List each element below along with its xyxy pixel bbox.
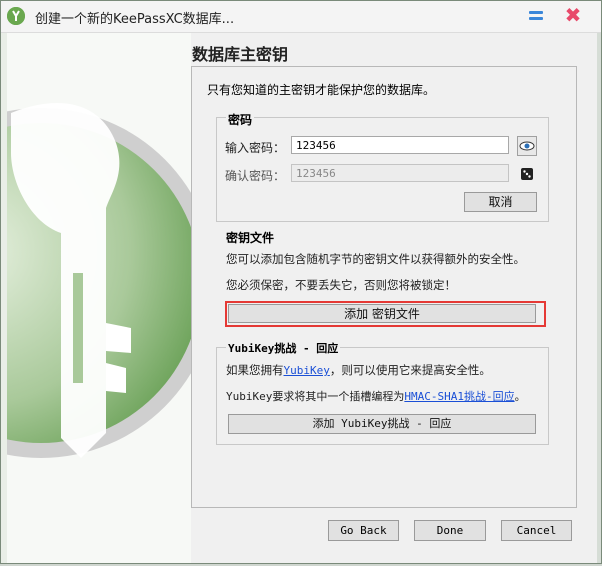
- yubikey-group-title: YubiKey挑战 - 回应: [226, 340, 341, 356]
- yubikey-line2-prefix: YubiKey要求将其中一个插槽编程为: [226, 390, 405, 403]
- window-title: 创建一个新的KeePassXC数据库...: [35, 12, 235, 27]
- add-yubikey-button[interactable]: 添加 YubiKey挑战 - 回应: [228, 414, 536, 434]
- intro-text: 只有您知道的主密钥才能保护您的数据库。: [207, 83, 436, 97]
- cancel-password-button[interactable]: 取消: [464, 192, 537, 212]
- yubikey-line1: 如果您拥有YubiKey，则可以使用它来提高安全性。: [226, 362, 491, 378]
- enter-password-label: 输入密码：: [225, 141, 286, 155]
- keepassxc-logo-art: [1, 33, 191, 563]
- keyfile-warning: 您必须保密，不要丢失它，否则您将被锁定！: [226, 278, 456, 292]
- show-password-icon[interactable]: [517, 136, 537, 156]
- confirm-password-field[interactable]: 123456: [291, 164, 509, 182]
- password-generator-icon[interactable]: [517, 164, 537, 184]
- enter-password-field[interactable]: 123456: [291, 136, 509, 154]
- page-title: 数据库主密钥: [192, 45, 289, 64]
- keepassxc-app-icon: [7, 7, 25, 25]
- keyfile-group-title: 密钥文件: [226, 231, 275, 245]
- background-window-edge: [597, 33, 601, 563]
- close-icon[interactable]: ✖: [564, 5, 582, 25]
- keyfile-description: 您可以添加包含随机字节的密钥文件以获得额外的安全性。: [226, 252, 525, 266]
- add-keyfile-highlight: [225, 301, 546, 327]
- yubikey-line1-prefix: 如果您拥有: [226, 363, 284, 377]
- done-button[interactable]: Done: [414, 520, 486, 541]
- yubikey-line1-suffix: ，则可以使用它来提高安全性。: [329, 363, 491, 377]
- yubikey-line2: YubiKey要求将其中一个插槽编程为HMAC-SHA1挑战-回应。: [226, 388, 526, 404]
- go-back-button[interactable]: Go Back: [328, 520, 399, 541]
- dialog-window: 创建一个新的KeePassXC数据库... ✖ 数据库主密钥 只有您知道的主密钥: [0, 0, 602, 564]
- password-group-title: 密码: [226, 111, 255, 128]
- confirm-password-label: 确认密码：: [225, 169, 286, 183]
- yubikey-link[interactable]: YubiKey: [284, 364, 330, 377]
- hmac-sha1-link[interactable]: HMAC-SHA1挑战-回应: [404, 390, 514, 403]
- minimize-icon[interactable]: [529, 11, 543, 21]
- cancel-button[interactable]: Cancel: [501, 520, 572, 541]
- title-bar: 创建一个新的KeePassXC数据库... ✖: [1, 1, 601, 33]
- yubikey-line2-suffix: 。: [514, 390, 526, 403]
